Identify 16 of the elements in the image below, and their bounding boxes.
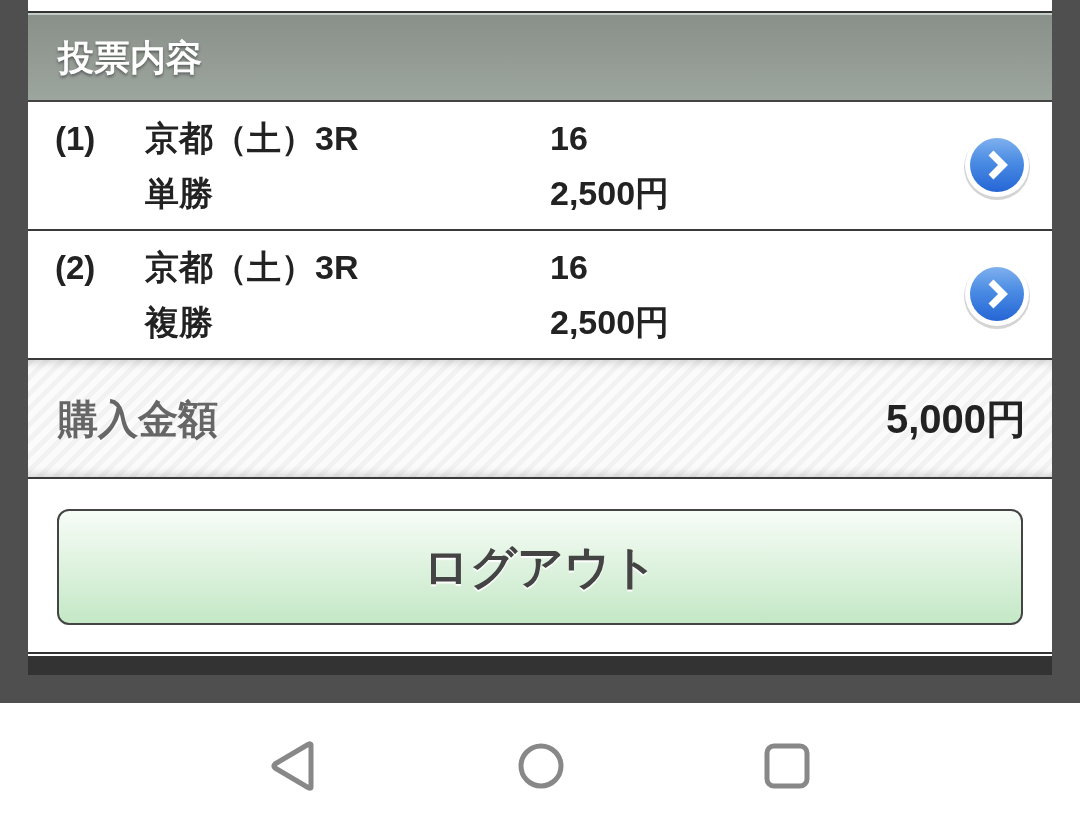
race-venue: 京都（土）3R bbox=[145, 246, 360, 288]
home-icon[interactable] bbox=[518, 742, 564, 789]
horse-number: 16 bbox=[550, 117, 589, 159]
bet-amount: 2,500円 bbox=[550, 172, 670, 214]
horse-number: 16 bbox=[550, 246, 589, 288]
race-venue: 京都（土）3R bbox=[145, 117, 360, 159]
recents-icon[interactable] bbox=[764, 742, 810, 789]
section-title: 投票内容 bbox=[58, 35, 202, 80]
bet-number: (2) bbox=[55, 247, 97, 288]
total-label: 購入金額 bbox=[58, 395, 218, 443]
bet-type: 単勝 bbox=[145, 172, 214, 214]
bet-type: 複勝 bbox=[145, 301, 214, 343]
bet-number: (1) bbox=[55, 118, 97, 159]
total-amount: 5,000円 bbox=[885, 395, 1026, 443]
bet-amount: 2,500円 bbox=[550, 301, 670, 343]
logout-button[interactable]: ログアウト bbox=[57, 509, 1023, 625]
